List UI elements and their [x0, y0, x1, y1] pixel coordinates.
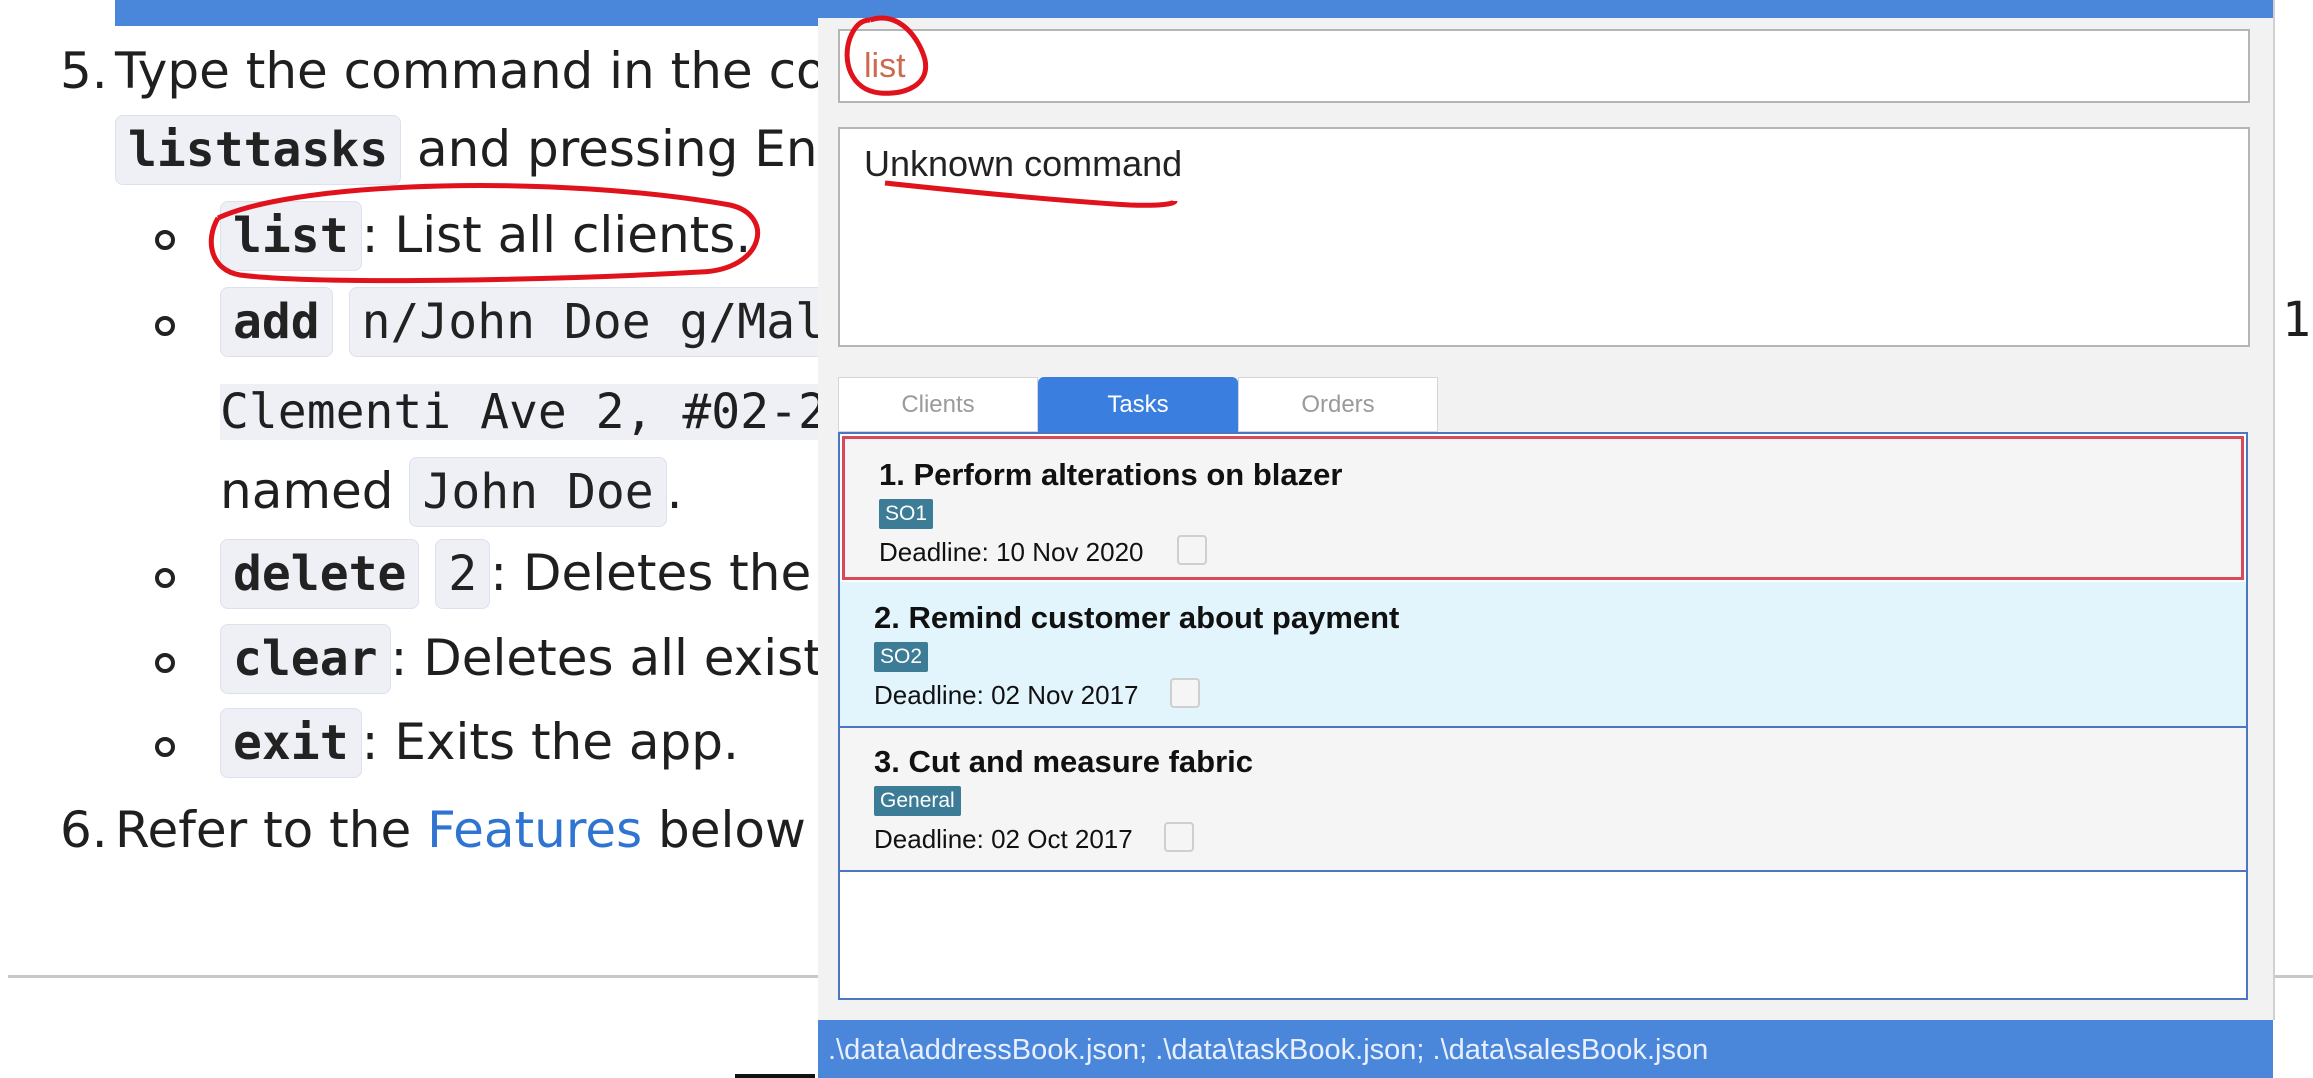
command-input-value: list [864, 47, 906, 85]
result-message: Unknown command [864, 143, 1183, 184]
step-6-after: below t [658, 801, 842, 859]
bullet-list [155, 230, 175, 250]
doc-bottom-mark [735, 1074, 815, 1078]
code-add: add [220, 287, 333, 357]
item-clear: clear: Deletes all exist [220, 624, 823, 694]
tab-orders[interactable]: Orders [1238, 377, 1438, 432]
step-6-text: Refer to the Features below t [115, 805, 841, 855]
code-delete: delete [220, 539, 420, 609]
task-done-checkbox[interactable] [1177, 535, 1207, 565]
item-list-text: : List all clients. [361, 206, 752, 264]
item-exit-text: : Exits the app. [361, 713, 739, 771]
task-title: 2. Remind customer about payment [874, 600, 1400, 635]
tab-bar: Clients Tasks Orders [838, 377, 1438, 432]
app-window: list Unknown command Clients Tasks Order… [818, 0, 2273, 1078]
command-input[interactable]: list [838, 29, 2250, 103]
task-deadline: Deadline: 02 Nov 2017 [874, 680, 1139, 710]
item-add-named: named [220, 462, 394, 520]
task-deadline: Deadline: 10 Nov 2020 [879, 537, 1144, 567]
task-card[interactable]: 1. Perform alterations on blazer SO1 Dea… [842, 436, 2244, 580]
task-title: 3. Cut and measure fabric [874, 744, 1254, 779]
item-delete: delete 2: Deletes the [220, 539, 811, 609]
task-tag: SO2 [874, 642, 929, 672]
item-clear-text: : Deletes all exist [390, 629, 823, 687]
step-5-line2: listtasks and pressing En [115, 115, 818, 185]
task-done-checkbox[interactable] [1170, 678, 1200, 708]
step-5-number: 5. [60, 42, 108, 100]
status-bar-path: .\data\addressBook.json; .\data\taskBook… [828, 1034, 1709, 1066]
bullet-add [155, 316, 175, 336]
step-5-line2-text: and pressing En [417, 120, 818, 178]
code-delete-index: 2 [435, 539, 491, 609]
task-list[interactable]: 1. Perform alterations on blazer SO1 Dea… [838, 432, 2248, 1000]
task-card[interactable]: 3. Cut and measure fabric General Deadli… [840, 728, 2246, 872]
item-add-line3: named John Doe. [220, 457, 683, 527]
bullet-delete [155, 568, 175, 588]
item-list: list: List all clients. [220, 201, 751, 271]
code-add-address: Clementi Ave 2, #02-2 [220, 384, 827, 440]
item-add-trail: 11 [2282, 292, 2313, 348]
doc-top-bar [115, 0, 835, 26]
result-display: Unknown command [838, 127, 2250, 347]
code-add-args: n/John Doe g/Mal [348, 287, 837, 357]
item-delete-text: : Deletes the [490, 544, 812, 602]
item-exit: exit: Exits the app. [220, 708, 739, 778]
task-done-checkbox[interactable] [1164, 822, 1194, 852]
tab-clients[interactable]: Clients [838, 377, 1038, 432]
task-tag: SO1 [879, 499, 934, 529]
task-title: 1. Perform alterations on blazer [879, 457, 1343, 492]
features-link[interactable]: Features [427, 801, 642, 859]
bullet-clear [155, 653, 175, 673]
code-exit: exit [220, 708, 362, 778]
task-tag: General [874, 786, 961, 816]
step-5-text: Type the command in the co [115, 42, 827, 100]
tab-tasks[interactable]: Tasks [1038, 377, 1238, 432]
step-6-before: Refer to the [115, 801, 412, 859]
bullet-exit [155, 737, 175, 757]
item-add-period: . [666, 462, 683, 520]
task-deadline: Deadline: 02 Oct 2017 [874, 824, 1133, 854]
app-title-bar [818, 0, 2273, 18]
code-list: list [220, 201, 362, 271]
item-add: add n/John Doe g/Mal [220, 287, 837, 357]
code-listtasks: listtasks [115, 115, 402, 185]
step-6-number: 6. [60, 801, 108, 859]
code-john-doe: John Doe [409, 457, 667, 527]
status-bar: .\data\addressBook.json; .\data\taskBook… [818, 1020, 2273, 1078]
app-window-edge [2273, 0, 2275, 1020]
code-clear: clear [220, 624, 391, 694]
task-card[interactable]: 2. Remind customer about payment SO2 Dea… [840, 582, 2246, 728]
